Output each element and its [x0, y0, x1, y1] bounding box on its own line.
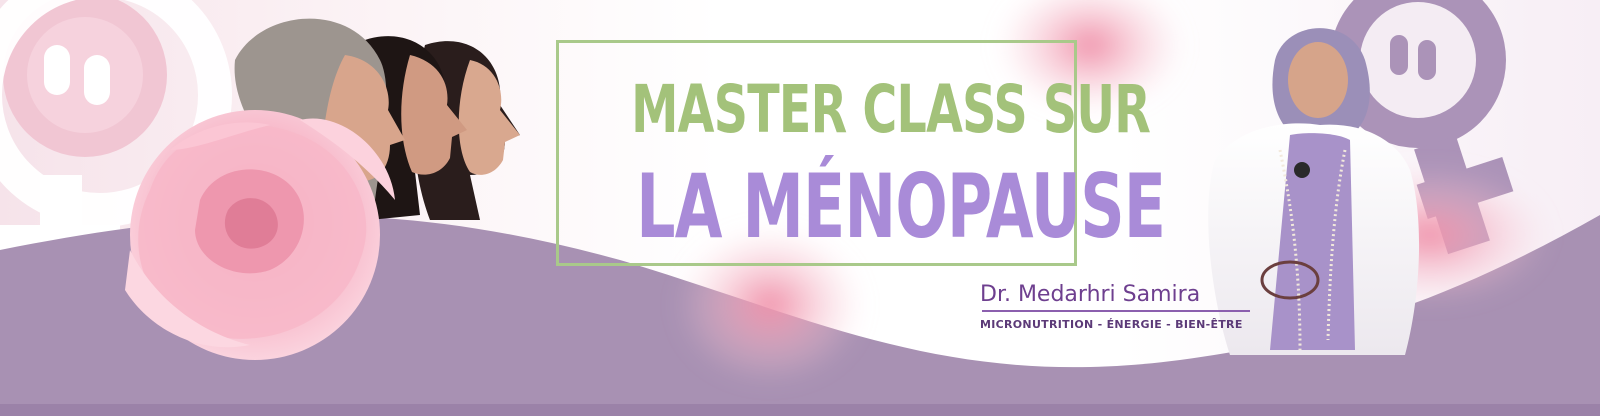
- title-line-1: MASTER CLASS SUR: [631, 71, 1151, 148]
- presenter-tagline: MICRONUTRITION - ÉNERGIE - BIEN-ÊTRE: [980, 318, 1243, 331]
- hero-banner: MASTER CLASS SUR LA MÉNOPAUSE Dr. Medarh…: [0, 0, 1600, 416]
- title-frame: MASTER CLASS SUR LA MÉNOPAUSE: [556, 40, 1166, 266]
- presenter-name: Dr. Medarhri Samira: [980, 282, 1201, 307]
- name-underline: [982, 310, 1250, 312]
- title-line-2: LA MÉNOPAUSE: [636, 155, 1166, 258]
